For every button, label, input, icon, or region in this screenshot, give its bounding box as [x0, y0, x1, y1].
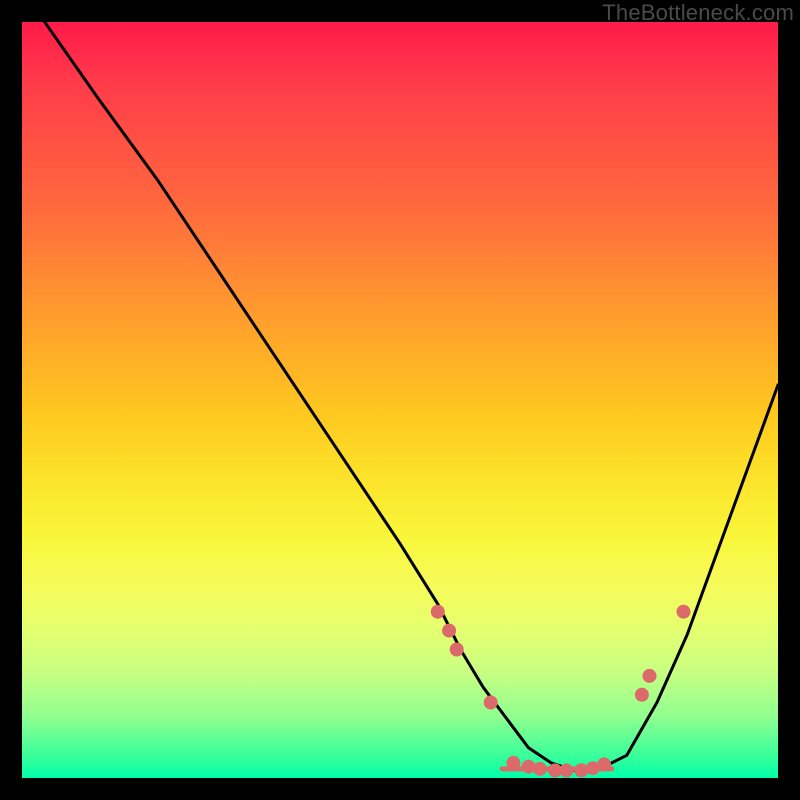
data-marker [431, 605, 445, 619]
data-marker [643, 669, 657, 683]
bottleneck-curve [45, 22, 778, 770]
data-marker [442, 624, 456, 638]
data-marker [484, 695, 498, 709]
data-marker [450, 643, 464, 657]
data-marker [635, 688, 649, 702]
watermark-text: TheBottleneck.com [602, 0, 794, 26]
data-marker [677, 605, 691, 619]
data-marker [533, 762, 547, 776]
data-marker [597, 757, 611, 771]
data-marker [559, 763, 573, 777]
chart-svg [22, 22, 778, 778]
data-markers [431, 605, 691, 778]
data-marker [506, 756, 520, 770]
chart-frame [22, 22, 778, 778]
